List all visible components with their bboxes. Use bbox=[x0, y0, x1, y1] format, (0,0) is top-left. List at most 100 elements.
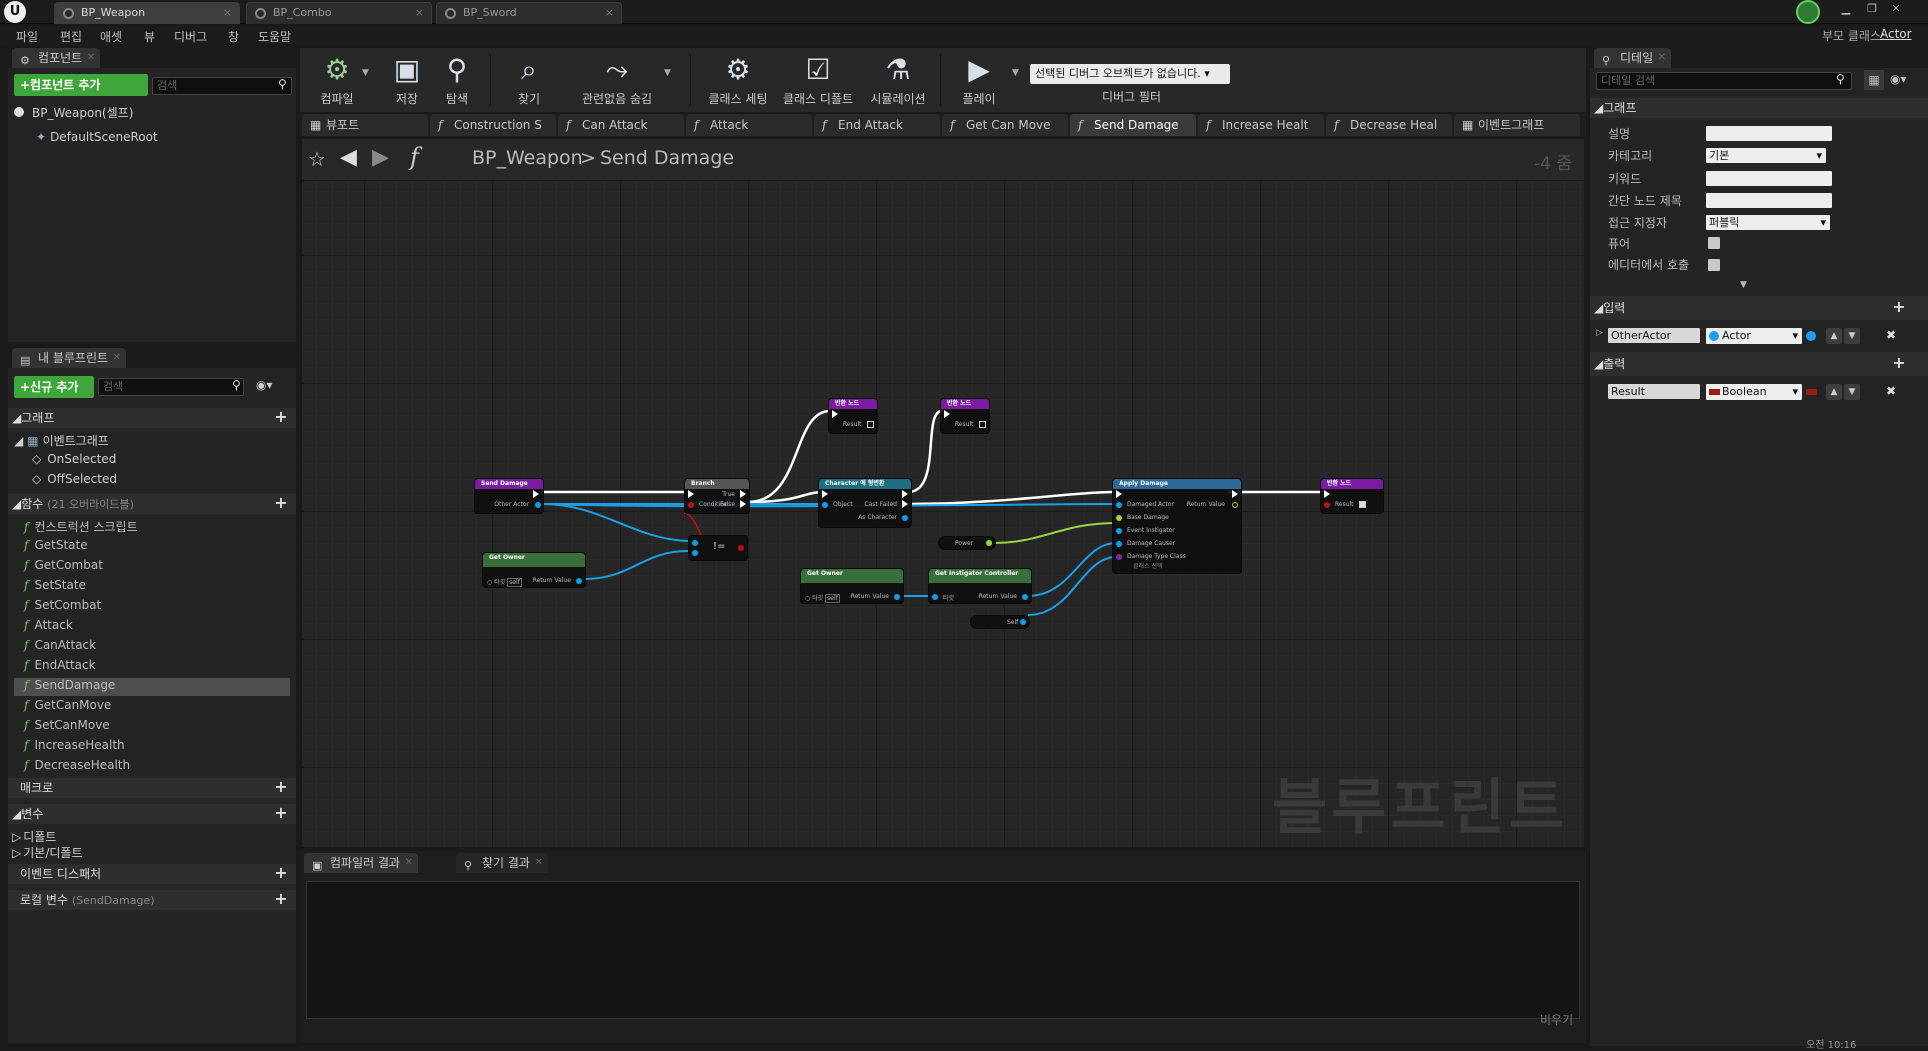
details-search-input[interactable]: 디테일 검색 bbox=[1596, 72, 1852, 90]
maximize-icon[interactable]: ❐ bbox=[1864, 2, 1880, 16]
parent-class-link[interactable]: Actor bbox=[1880, 27, 1912, 41]
function-item[interactable]: f SendDamage bbox=[14, 678, 290, 696]
find-button[interactable]: ⌕ 찾기 bbox=[494, 50, 564, 110]
node-self[interactable]: Self bbox=[970, 615, 1030, 629]
tab-get-can-move[interactable]: f Get Can Move bbox=[942, 114, 1068, 136]
move-up-icon[interactable]: ▲ bbox=[1826, 328, 1842, 344]
add-function-icon[interactable]: + bbox=[274, 495, 288, 511]
input-name-field[interactable]: OtherActor bbox=[1608, 328, 1700, 343]
function-item[interactable]: f GetCanMove bbox=[24, 698, 111, 712]
exec-pin-out[interactable] bbox=[740, 500, 746, 508]
description-field[interactable] bbox=[1706, 126, 1832, 141]
add-input-icon[interactable]: + bbox=[1892, 299, 1906, 315]
node-not-equal[interactable]: != bbox=[688, 535, 748, 561]
event-item[interactable]: ◇ OnSelected bbox=[32, 452, 116, 466]
tab-send-damage[interactable]: f Send Damage bbox=[1070, 114, 1196, 136]
exec-pin-out[interactable] bbox=[740, 490, 746, 498]
menu-edit[interactable]: 편집 bbox=[60, 28, 82, 45]
object-pin-in[interactable] bbox=[692, 550, 698, 556]
graph-canvas[interactable]: ☆ ◀ ▶ f BP_Weapon > Send Damage -4 줌 Sen… bbox=[302, 139, 1584, 847]
chevron-down-icon[interactable]: ▼ bbox=[664, 68, 671, 78]
exec-pin-in[interactable] bbox=[1116, 490, 1122, 498]
add-graph-icon[interactable]: + bbox=[274, 409, 288, 425]
function-item[interactable]: f SetCanMove bbox=[24, 718, 110, 732]
compact-title-field[interactable] bbox=[1706, 193, 1832, 208]
move-up-icon[interactable]: ▲ bbox=[1826, 384, 1842, 400]
outputs-section[interactable]: ◢출력 bbox=[1590, 352, 1928, 376]
event-graph-item[interactable]: ◢ ▦ 이벤트그래프 bbox=[14, 432, 109, 449]
node-get-owner-2[interactable]: Get Owner ○ 타깃 self Return Value bbox=[800, 568, 904, 604]
node-return-2[interactable]: 반환 노드 Result bbox=[940, 398, 990, 434]
exec-pin-in[interactable] bbox=[1324, 490, 1330, 498]
bool-pin-out[interactable] bbox=[738, 545, 744, 551]
object-pin-out[interactable] bbox=[535, 502, 541, 508]
components-search-input[interactable]: 검색 bbox=[152, 77, 292, 95]
exec-pin-in[interactable] bbox=[822, 490, 828, 498]
pin-value[interactable]: 클래스 선택 bbox=[1133, 561, 1163, 570]
function-item[interactable]: f DecreaseHealth bbox=[24, 758, 130, 772]
target-pin[interactable]: ○ 타깃 self bbox=[487, 577, 522, 587]
function-item[interactable]: f 컨스트럭션 스크립트 bbox=[24, 518, 138, 535]
float-pin-out[interactable] bbox=[1232, 502, 1238, 508]
node-get-instigator-controller[interactable]: Get Instigator Controller 타깃 Return Valu… bbox=[928, 568, 1032, 604]
doc-tab-bp-sword[interactable]: BP_Sword × bbox=[436, 2, 622, 24]
compile-button[interactable]: ⚙ 컴파일 bbox=[302, 50, 372, 110]
object-pin-out[interactable] bbox=[1020, 619, 1026, 625]
source-control-icon[interactable] bbox=[1796, 0, 1820, 24]
object-pin-in[interactable] bbox=[932, 594, 938, 600]
object-pin-out[interactable] bbox=[902, 515, 908, 521]
node-return-1[interactable]: 반환 노드 Result bbox=[828, 398, 878, 434]
function-item[interactable]: f SetCombat bbox=[24, 598, 101, 612]
close-icon[interactable]: ✕ bbox=[113, 348, 121, 368]
close-window-icon[interactable]: ✕ bbox=[1888, 2, 1904, 16]
function-item[interactable]: f GetCombat bbox=[24, 558, 103, 572]
object-pin-out[interactable] bbox=[1022, 594, 1028, 600]
dispatchers-category[interactable]: 이벤트 디스패처 bbox=[8, 864, 296, 884]
local-variables-category[interactable]: 로컬 변수 (SendDamage) bbox=[8, 890, 296, 910]
grid-view-icon[interactable]: ▦ bbox=[1864, 70, 1884, 90]
add-variable-icon[interactable]: + bbox=[274, 805, 288, 821]
object-pin-in[interactable] bbox=[1116, 502, 1122, 508]
component-root[interactable]: BP_Weapon(셀프) bbox=[14, 104, 133, 121]
function-item[interactable]: f IncreaseHealth bbox=[24, 738, 125, 752]
close-icon[interactable]: × bbox=[223, 3, 232, 23]
float-pin-in[interactable] bbox=[1116, 515, 1122, 521]
object-pin-in[interactable] bbox=[1116, 528, 1122, 534]
call-in-editor-checkbox[interactable] bbox=[1708, 259, 1720, 271]
functions-category[interactable]: ◢함수 (21 오버라이드블) bbox=[8, 494, 296, 514]
simulation-button[interactable]: ⚗ 시뮬레이션 bbox=[858, 50, 938, 110]
move-down-icon[interactable]: ▼ bbox=[1844, 384, 1860, 400]
class-defaults-button[interactable]: ☑ 클래스 디폴트 bbox=[778, 50, 858, 110]
tab-can-attack[interactable]: f Can Attack bbox=[558, 114, 684, 136]
exec-pin-out[interactable] bbox=[533, 490, 539, 498]
menu-view[interactable]: 뷰 bbox=[144, 28, 155, 45]
my-blueprint-search-input[interactable]: 검색 bbox=[98, 378, 244, 396]
tab-viewport[interactable]: ▦ 뷰포트 bbox=[302, 114, 428, 136]
class-pin-in[interactable] bbox=[1116, 554, 1122, 560]
checkbox[interactable] bbox=[867, 421, 874, 428]
menu-file[interactable]: 파일 bbox=[16, 28, 38, 45]
remove-icon[interactable]: ✖ bbox=[1886, 328, 1896, 342]
access-specifier-dropdown[interactable]: 퍼블릭 ▾ bbox=[1706, 215, 1830, 230]
add-component-button[interactable]: +컴포넌트 추가 bbox=[14, 74, 148, 96]
chevron-down-icon[interactable]: ▼ bbox=[362, 68, 369, 78]
compiler-results-tab[interactable]: ▣ 컴파일러 결과 ✕ bbox=[304, 853, 419, 873]
expand-more-icon[interactable]: ▼ bbox=[1740, 280, 1747, 290]
exec-pin-out[interactable] bbox=[1232, 490, 1238, 498]
output-type-dropdown[interactable]: Boolean ▾ bbox=[1706, 384, 1802, 400]
move-down-icon[interactable]: ▼ bbox=[1844, 328, 1860, 344]
add-macro-icon[interactable]: + bbox=[274, 779, 288, 795]
bool-pin-in[interactable] bbox=[688, 502, 694, 508]
close-icon[interactable]: × bbox=[415, 3, 424, 23]
macros-category[interactable]: 매크로 bbox=[8, 778, 296, 798]
close-icon[interactable]: × bbox=[605, 3, 614, 23]
play-button[interactable]: ▶ 플레이 bbox=[944, 50, 1014, 110]
tab-event-graph[interactable]: ▦ 이벤트그래프 bbox=[1454, 114, 1580, 136]
object-pin-in[interactable] bbox=[822, 502, 828, 508]
debug-object-dropdown[interactable]: 선택된 디버그 오브젝트가 없습니다. ▾ bbox=[1030, 64, 1230, 84]
node-power-variable[interactable]: Power bbox=[938, 536, 996, 550]
class-settings-button[interactable]: ⚙ 클래스 세팅 bbox=[698, 50, 778, 110]
tab-decrease-health[interactable]: f Decrease Heal bbox=[1326, 114, 1452, 136]
add-dispatcher-icon[interactable]: + bbox=[274, 865, 288, 881]
function-item[interactable]: f Attack bbox=[24, 618, 73, 632]
